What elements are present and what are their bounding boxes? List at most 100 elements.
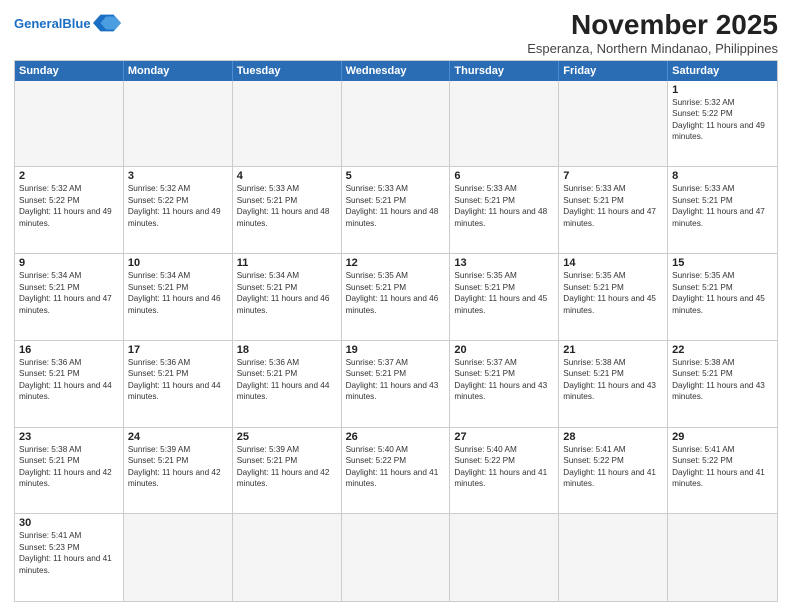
cal-cell [233, 81, 342, 168]
cell-text: Sunrise: 5:34 AMSunset: 5:21 PMDaylight:… [128, 270, 228, 316]
cal-cell: 14Sunrise: 5:35 AMSunset: 5:21 PMDayligh… [559, 254, 668, 341]
cal-cell: 24Sunrise: 5:39 AMSunset: 5:21 PMDayligh… [124, 428, 233, 515]
cal-cell: 5Sunrise: 5:33 AMSunset: 5:21 PMDaylight… [342, 167, 451, 254]
cell-text: Sunrise: 5:35 AMSunset: 5:21 PMDaylight:… [346, 270, 446, 316]
cal-cell: 30Sunrise: 5:41 AMSunset: 5:23 PMDayligh… [15, 514, 124, 601]
day-number: 29 [672, 431, 773, 443]
cal-cell [233, 514, 342, 601]
cal-header-day: Tuesday [233, 61, 342, 81]
day-number: 15 [672, 257, 773, 269]
day-number: 13 [454, 257, 554, 269]
cell-text: Sunrise: 5:35 AMSunset: 5:21 PMDaylight:… [563, 270, 663, 316]
cal-header-day: Friday [559, 61, 668, 81]
page-title: November 2025 [527, 10, 778, 41]
day-number: 30 [19, 517, 119, 529]
cal-cell: 4Sunrise: 5:33 AMSunset: 5:21 PMDaylight… [233, 167, 342, 254]
cal-cell [450, 81, 559, 168]
cal-cell [342, 514, 451, 601]
day-number: 11 [237, 257, 337, 269]
day-number: 1 [672, 84, 773, 96]
cell-text: Sunrise: 5:36 AMSunset: 5:21 PMDaylight:… [237, 357, 337, 403]
cell-text: Sunrise: 5:38 AMSunset: 5:21 PMDaylight:… [19, 444, 119, 490]
cell-text: Sunrise: 5:38 AMSunset: 5:21 PMDaylight:… [672, 357, 773, 403]
cell-text: Sunrise: 5:39 AMSunset: 5:21 PMDaylight:… [128, 444, 228, 490]
cal-cell: 18Sunrise: 5:36 AMSunset: 5:21 PMDayligh… [233, 341, 342, 428]
day-number: 23 [19, 431, 119, 443]
calendar-body: 1 Sunrise: 5:32 AMSunset: 5:22 PMDaylight… [15, 81, 777, 601]
cal-cell: 15Sunrise: 5:35 AMSunset: 5:21 PMDayligh… [668, 254, 777, 341]
cal-cell: 23Sunrise: 5:38 AMSunset: 5:21 PMDayligh… [15, 428, 124, 515]
cell-text: Sunrise: 5:32 AMSunset: 5:22 PMDaylight:… [19, 183, 119, 229]
cal-cell [668, 514, 777, 601]
calendar: SundayMondayTuesdayWednesdayThursdayFrid… [14, 60, 778, 602]
day-number: 2 [19, 170, 119, 182]
cell-text: Sunrise: 5:38 AMSunset: 5:21 PMDaylight:… [563, 357, 663, 403]
cal-cell [559, 81, 668, 168]
cal-cell: 29Sunrise: 5:41 AMSunset: 5:22 PMDayligh… [668, 428, 777, 515]
cal-cell: 2Sunrise: 5:32 AMSunset: 5:22 PMDaylight… [15, 167, 124, 254]
cal-cell: 27Sunrise: 5:40 AMSunset: 5:22 PMDayligh… [450, 428, 559, 515]
cal-cell: 20Sunrise: 5:37 AMSunset: 5:21 PMDayligh… [450, 341, 559, 428]
day-number: 10 [128, 257, 228, 269]
day-number: 24 [128, 431, 228, 443]
day-number: 5 [346, 170, 446, 182]
title-block: November 2025 Esperanza, Northern Mindan… [527, 10, 778, 56]
cal-cell: 28Sunrise: 5:41 AMSunset: 5:22 PMDayligh… [559, 428, 668, 515]
day-number: 12 [346, 257, 446, 269]
cal-cell [124, 514, 233, 601]
day-number: 9 [19, 257, 119, 269]
cell-text: Sunrise: 5:35 AMSunset: 5:21 PMDaylight:… [454, 270, 554, 316]
day-number: 4 [237, 170, 337, 182]
calendar-header: SundayMondayTuesdayWednesdayThursdayFrid… [15, 61, 777, 81]
logo: GeneralBlue [14, 14, 121, 34]
cal-cell: 10Sunrise: 5:34 AMSunset: 5:21 PMDayligh… [124, 254, 233, 341]
day-number: 3 [128, 170, 228, 182]
day-number: 16 [19, 344, 119, 356]
day-number: 22 [672, 344, 773, 356]
cal-cell: 16Sunrise: 5:36 AMSunset: 5:21 PMDayligh… [15, 341, 124, 428]
cal-header-day: Sunday [15, 61, 124, 81]
cell-text: Sunrise: 5:33 AMSunset: 5:21 PMDaylight:… [346, 183, 446, 229]
cal-cell: 21Sunrise: 5:38 AMSunset: 5:21 PMDayligh… [559, 341, 668, 428]
cell-text: Sunrise: 5:40 AMSunset: 5:22 PMDaylight:… [454, 444, 554, 490]
page-subtitle: Esperanza, Northern Mindanao, Philippine… [527, 41, 778, 56]
cal-cell: 6Sunrise: 5:33 AMSunset: 5:21 PMDaylight… [450, 167, 559, 254]
cell-text: Sunrise: 5:34 AMSunset: 5:21 PMDaylight:… [237, 270, 337, 316]
cell-text: Sunrise: 5:36 AMSunset: 5:21 PMDaylight:… [19, 357, 119, 403]
cal-cell: 26Sunrise: 5:40 AMSunset: 5:22 PMDayligh… [342, 428, 451, 515]
day-number: 25 [237, 431, 337, 443]
day-number: 14 [563, 257, 663, 269]
cell-text: Sunrise: 5:33 AMSunset: 5:21 PMDaylight:… [237, 183, 337, 229]
day-number: 19 [346, 344, 446, 356]
cell-text: Sunrise: 5:35 AMSunset: 5:21 PMDaylight:… [672, 270, 773, 316]
cell-text: Sunrise: 5:34 AMSunset: 5:21 PMDaylight:… [19, 270, 119, 316]
cell-text: Sunrise: 5:33 AMSunset: 5:21 PMDaylight:… [563, 183, 663, 229]
cal-cell: 3Sunrise: 5:32 AMSunset: 5:22 PMDaylight… [124, 167, 233, 254]
logo-text: GeneralBlue [14, 17, 91, 31]
cal-cell [559, 514, 668, 601]
cal-cell [15, 81, 124, 168]
cal-cell: 13Sunrise: 5:35 AMSunset: 5:21 PMDayligh… [450, 254, 559, 341]
day-number: 27 [454, 431, 554, 443]
cell-text: Sunrise: 5:37 AMSunset: 5:21 PMDaylight:… [346, 357, 446, 403]
day-number: 6 [454, 170, 554, 182]
cal-cell: 11Sunrise: 5:34 AMSunset: 5:21 PMDayligh… [233, 254, 342, 341]
cal-cell: 17Sunrise: 5:36 AMSunset: 5:21 PMDayligh… [124, 341, 233, 428]
day-number: 28 [563, 431, 663, 443]
cal-cell [450, 514, 559, 601]
logo-general: General [14, 16, 62, 31]
cell-text: Sunrise: 5:41 AMSunset: 5:22 PMDaylight:… [563, 444, 663, 490]
cal-cell [124, 81, 233, 168]
day-number: 8 [672, 170, 773, 182]
cell-text: Sunrise: 5:36 AMSunset: 5:21 PMDaylight:… [128, 357, 228, 403]
cal-cell: 12Sunrise: 5:35 AMSunset: 5:21 PMDayligh… [342, 254, 451, 341]
cal-header-day: Thursday [450, 61, 559, 81]
cal-cell: 19Sunrise: 5:37 AMSunset: 5:21 PMDayligh… [342, 341, 451, 428]
cal-cell: 25Sunrise: 5:39 AMSunset: 5:21 PMDayligh… [233, 428, 342, 515]
cell-text: Sunrise: 5:33 AMSunset: 5:21 PMDaylight:… [672, 183, 773, 229]
day-number: 7 [563, 170, 663, 182]
cell-text: Sunrise: 5:41 AMSunset: 5:23 PMDaylight:… [19, 530, 119, 576]
day-number: 26 [346, 431, 446, 443]
day-number: 18 [237, 344, 337, 356]
day-number: 17 [128, 344, 228, 356]
